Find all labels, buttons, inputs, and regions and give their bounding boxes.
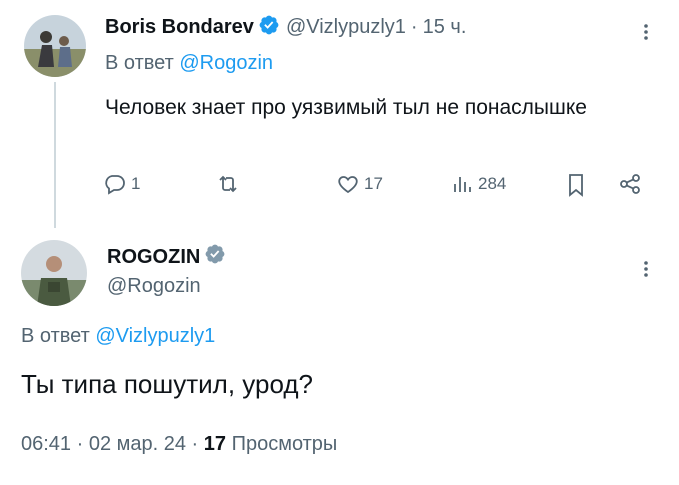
replying-to-link[interactable]: @Vizlypuzly1 xyxy=(95,325,215,347)
replying-to-link[interactable]: @Rogozin xyxy=(179,52,273,74)
avatar-boris[interactable] xyxy=(24,15,86,77)
share-icon xyxy=(620,174,640,194)
tweet-meta: 06:41 · 02 мар. 24 · 17 Просмотры xyxy=(21,433,337,456)
reply-tweet[interactable]: Boris Bondarev @Vizlypuzly1 · 15 ч. В от… xyxy=(0,0,679,228)
replying-to: В ответ @Vizlypuzly1 xyxy=(21,325,215,348)
thread-line xyxy=(54,82,56,228)
avatar-rogozin[interactable] xyxy=(21,240,87,306)
verified-gray-badge-icon xyxy=(204,243,226,271)
reply-count: 1 xyxy=(131,174,141,193)
views-label: Просмотры xyxy=(231,433,338,455)
bookmark-button[interactable] xyxy=(564,172,588,198)
separator-dot: · xyxy=(410,16,418,38)
reply-button[interactable]: 1 xyxy=(103,172,140,196)
author-name[interactable]: ROGOZIN xyxy=(107,246,200,269)
views-button[interactable]: 284 xyxy=(450,172,506,196)
author-handle[interactable]: @Rogozin xyxy=(107,275,201,298)
action-bar: 1 17 284 xyxy=(103,172,648,202)
like-button[interactable]: 17 xyxy=(336,172,383,196)
views-count: 17 xyxy=(203,433,227,455)
author-name[interactable]: Boris Bondarev xyxy=(105,16,254,39)
bookmark-icon xyxy=(569,174,583,197)
more-options-icon[interactable] xyxy=(638,20,654,49)
author-handle[interactable]: @Vizlypuzly1 xyxy=(286,16,406,39)
retweet-icon xyxy=(219,175,237,193)
tweet-time[interactable]: 15 ч. xyxy=(423,16,467,39)
retweet-button[interactable] xyxy=(215,172,245,196)
replying-prefix: В ответ xyxy=(21,325,90,347)
verified-badge-icon xyxy=(258,14,280,41)
share-button[interactable] xyxy=(618,172,642,196)
replying-to: В ответ @Rogozin xyxy=(105,52,273,75)
tweet-text: Ты типа пошутил, урод? xyxy=(21,369,313,399)
analytics-icon xyxy=(454,177,471,192)
tweet-text: Человек знает про уязвимый тыл не понасл… xyxy=(105,96,587,119)
tweet-timestamp[interactable]: 06:41 · 02 мар. 24 · xyxy=(21,433,204,455)
views-count: 284 xyxy=(478,174,507,193)
reply-tweet-header: Boris Bondarev @Vizlypuzly1 · 15 ч. xyxy=(105,14,466,41)
author-name-row: ROGOZIN xyxy=(107,243,226,271)
heart-icon xyxy=(338,176,358,194)
replying-prefix: В ответ xyxy=(105,52,174,74)
reply-icon xyxy=(105,175,125,195)
like-count: 17 xyxy=(364,174,383,193)
more-options-icon[interactable] xyxy=(638,257,654,286)
